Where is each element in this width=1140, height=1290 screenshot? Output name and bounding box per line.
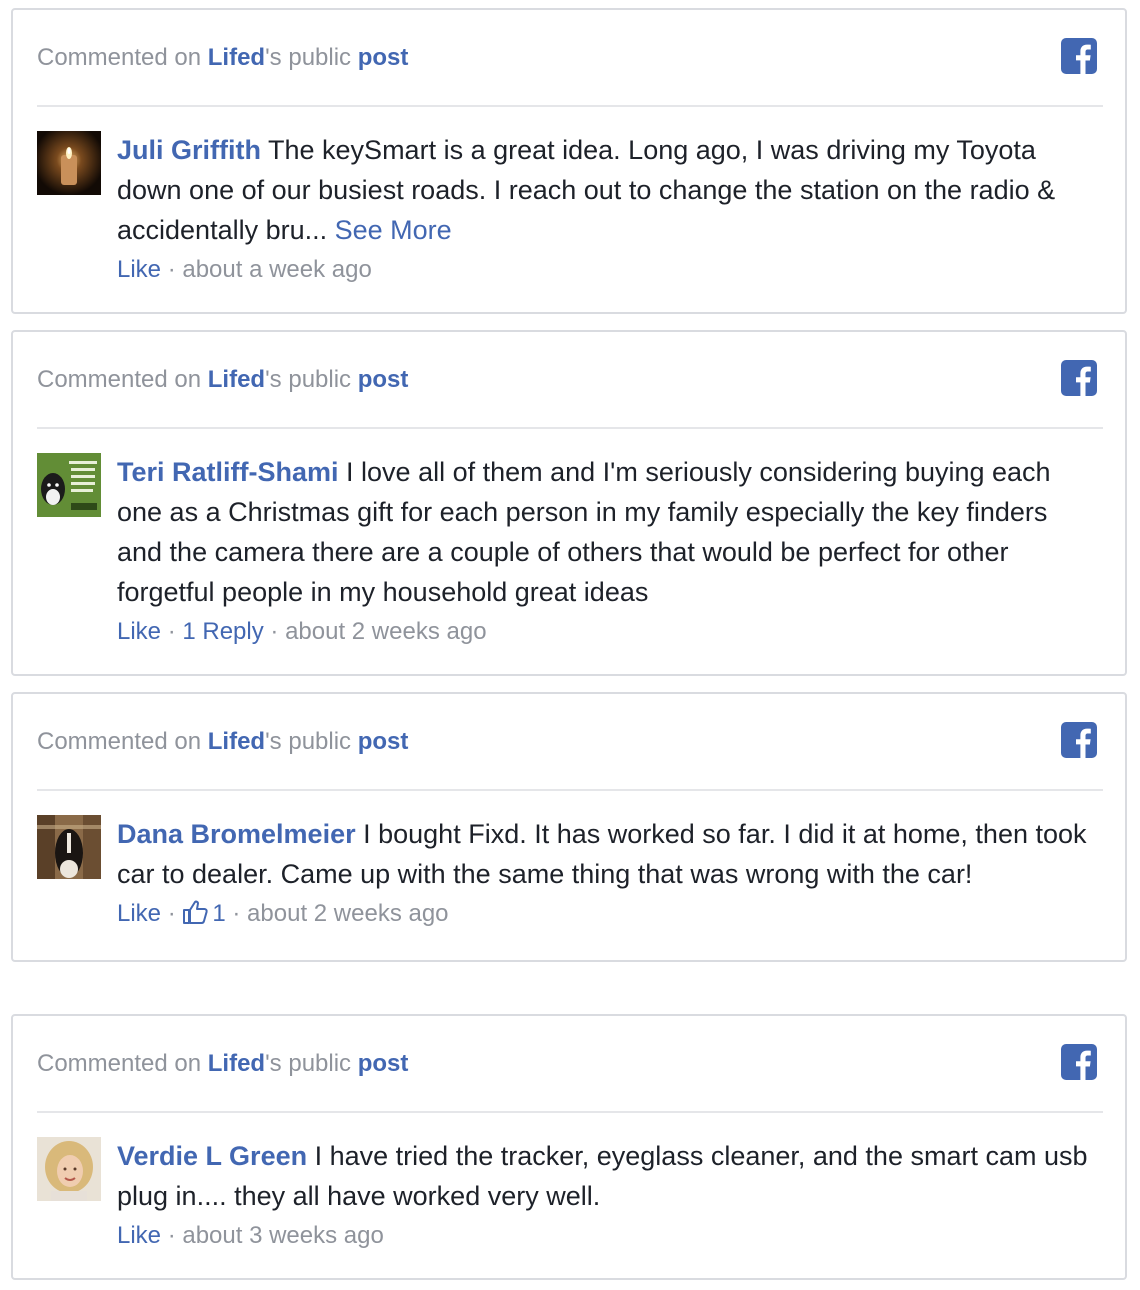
comment-meta: Like · about 3 weeks ago: [117, 1222, 384, 1249]
page-link[interactable]: Lifed: [208, 1050, 265, 1077]
card-header: Commented on Lifed's public post: [37, 728, 409, 755]
divider: [37, 789, 1103, 791]
divider: [37, 105, 1103, 107]
author-name[interactable]: Juli Griffith: [117, 135, 261, 165]
facebook-icon[interactable]: [1061, 360, 1097, 396]
like-link[interactable]: Like: [117, 256, 161, 283]
card-header: Commented on Lifed's public post: [37, 366, 409, 393]
timestamp[interactable]: about 3 weeks ago: [182, 1222, 383, 1249]
page-link[interactable]: Lifed: [208, 728, 265, 755]
author-name[interactable]: Verdie L Green: [117, 1141, 307, 1171]
reply-link[interactable]: 1 Reply: [182, 618, 263, 645]
timestamp[interactable]: about 2 weeks ago: [247, 900, 448, 927]
avatar[interactable]: [37, 131, 101, 195]
comment-meta: Like · 1 Reply · about 2 weeks ago: [117, 618, 487, 645]
avatar[interactable]: [37, 1137, 101, 1201]
timestamp[interactable]: about a week ago: [182, 256, 371, 283]
post-link[interactable]: post: [358, 728, 409, 755]
author-name[interactable]: Dana Bromelmeier: [117, 819, 356, 849]
comment-card: Commented on Lifed's public post Dana Br…: [11, 692, 1127, 962]
card-header: Commented on Lifed's public post: [37, 44, 409, 71]
like-link[interactable]: Like: [117, 900, 161, 927]
post-link[interactable]: post: [358, 1050, 409, 1077]
avatar[interactable]: [37, 453, 101, 517]
author-name[interactable]: Teri Ratliff-Shami: [117, 457, 339, 487]
comment-card: Commented on Lifed's public post Verdie …: [11, 1014, 1127, 1280]
divider: [37, 1111, 1103, 1113]
facebook-icon[interactable]: [1061, 722, 1097, 758]
post-link[interactable]: post: [358, 366, 409, 393]
comment-body: Verdie L Green I have tried the tracker,…: [117, 1136, 1097, 1253]
thumbs-up-icon: [182, 899, 209, 925]
comment-body: Dana Bromelmeier I bought Fixd. It has w…: [117, 814, 1097, 931]
see-more-link[interactable]: See More: [335, 215, 452, 245]
comment-card: Commented on Lifed's public post Teri Ra…: [11, 330, 1127, 676]
like-count[interactable]: 1: [212, 900, 225, 927]
comment-meta: Like · 1 · about 2 weeks ago: [117, 899, 449, 927]
post-link[interactable]: post: [358, 44, 409, 71]
page-link[interactable]: Lifed: [208, 44, 265, 71]
like-link[interactable]: Like: [117, 618, 161, 645]
facebook-icon[interactable]: [1061, 1044, 1097, 1080]
comment-card: Commented on Lifed's public post Juli Gr…: [11, 8, 1127, 314]
card-header: Commented on Lifed's public post: [37, 1050, 409, 1077]
facebook-icon[interactable]: [1061, 38, 1097, 74]
page-link[interactable]: Lifed: [208, 366, 265, 393]
avatar[interactable]: [37, 815, 101, 879]
like-link[interactable]: Like: [117, 1222, 161, 1249]
comment-meta: Like · about a week ago: [117, 256, 372, 283]
comment-body: Juli Griffith The keySmart is a great id…: [117, 130, 1097, 287]
divider: [37, 427, 1103, 429]
timestamp[interactable]: about 2 weeks ago: [285, 618, 486, 645]
comment-body: Teri Ratliff-Shami I love all of them an…: [117, 452, 1097, 649]
